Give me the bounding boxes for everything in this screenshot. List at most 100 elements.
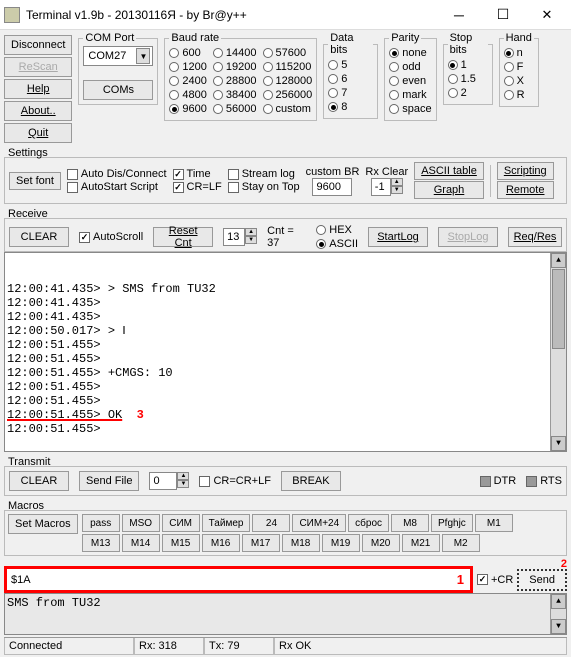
- startlog-button[interactable]: StartLog: [368, 227, 428, 247]
- crcrlf-checkbox[interactable]: [199, 476, 210, 487]
- parity-radio-none[interactable]: [389, 48, 399, 58]
- macro-button-M1[interactable]: M1: [475, 514, 513, 532]
- parity-radio-space[interactable]: [389, 104, 399, 114]
- stopbits-radio-1.5[interactable]: [448, 74, 458, 84]
- macro-button-M8[interactable]: M8: [391, 514, 429, 532]
- baud-radio-128000[interactable]: [263, 76, 273, 86]
- autoscroll-checkbox[interactable]: [79, 232, 90, 243]
- macro-button-pass[interactable]: pass: [82, 514, 120, 532]
- hand-radio-F[interactable]: [504, 62, 514, 72]
- baud-radio-9600[interactable]: [169, 104, 179, 114]
- rescan-button[interactable]: ReScan: [4, 57, 72, 77]
- macro-button-24[interactable]: 24: [252, 514, 290, 532]
- databits-radio-8[interactable]: [328, 102, 338, 112]
- hand-radio-R[interactable]: [504, 90, 514, 100]
- maximize-button[interactable]: ☐: [481, 1, 525, 29]
- stopbits-radio-2[interactable]: [448, 88, 458, 98]
- macro-button-СИМ[interactable]: СИМ: [162, 514, 200, 532]
- stayontop-checkbox[interactable]: [228, 182, 239, 193]
- scrollbar[interactable]: ▲ ▼: [550, 253, 566, 451]
- hex-radio[interactable]: [316, 225, 326, 235]
- macro-button-сброс[interactable]: сброс: [348, 514, 389, 532]
- macro-button-MSO[interactable]: MSO: [122, 514, 160, 532]
- scripting-button[interactable]: Scripting: [497, 162, 554, 180]
- stoplog-button[interactable]: StopLog: [438, 227, 498, 247]
- receive-clear-button[interactable]: CLEAR: [9, 227, 69, 247]
- hand-radio-X[interactable]: [504, 76, 514, 86]
- rts-checkbox[interactable]: [526, 476, 537, 487]
- graph-button[interactable]: Graph: [414, 181, 484, 199]
- macro-button-M18[interactable]: M18: [282, 534, 320, 552]
- rxclear-spinner[interactable]: ▲▼: [391, 178, 403, 196]
- autodis-checkbox[interactable]: [67, 169, 78, 180]
- macro-button-Pfghjc[interactable]: Pfghjc: [431, 514, 473, 532]
- databits-radio-6[interactable]: [328, 74, 338, 84]
- dtr-checkbox[interactable]: [480, 476, 491, 487]
- macro-button-СИМ+24[interactable]: СИМ+24: [292, 514, 346, 532]
- disconnect-button[interactable]: Disconnect: [4, 35, 72, 55]
- macro-button-M20[interactable]: M20: [362, 534, 400, 552]
- macro-button-M17[interactable]: M17: [242, 534, 280, 552]
- baud-radio-2400[interactable]: [169, 76, 179, 86]
- close-button[interactable]: ✕: [525, 1, 569, 29]
- remote-button[interactable]: Remote: [497, 181, 554, 199]
- baud-radio-256000[interactable]: [263, 90, 273, 100]
- rxclear-input[interactable]: -1: [371, 178, 391, 196]
- transmit-clear-button[interactable]: CLEAR: [9, 471, 69, 491]
- transmit-log[interactable]: SMS from TU32 ▲ ▼: [4, 593, 567, 635]
- chevron-down-icon[interactable]: ▼: [136, 48, 150, 64]
- scroll-down-icon[interactable]: ▼: [551, 619, 566, 634]
- parity-radio-mark[interactable]: [389, 90, 399, 100]
- databits-radio-7[interactable]: [328, 88, 338, 98]
- parity-radio-even[interactable]: [389, 76, 399, 86]
- macro-button-M14[interactable]: M14: [122, 534, 160, 552]
- baud-radio-1200[interactable]: [169, 62, 179, 72]
- setmacros-button[interactable]: Set Macros: [8, 514, 78, 534]
- baud-radio-600[interactable]: [169, 48, 179, 58]
- scroll-down-icon[interactable]: ▼: [551, 436, 566, 451]
- baud-radio-56000[interactable]: [213, 104, 223, 114]
- custombr-input[interactable]: 9600: [312, 178, 352, 196]
- send-button[interactable]: Send: [517, 569, 567, 591]
- about-button[interactable]: About..: [4, 101, 72, 121]
- scroll-up-icon[interactable]: ▲: [551, 594, 566, 609]
- baud-radio-28800[interactable]: [213, 76, 223, 86]
- baud-radio-4800[interactable]: [169, 90, 179, 100]
- autostart-checkbox[interactable]: [67, 182, 78, 193]
- baud-radio-custom[interactable]: [263, 104, 273, 114]
- macro-button-Таймер[interactable]: Таймер: [202, 514, 251, 532]
- cnt-input[interactable]: 13: [223, 228, 245, 246]
- macro-button-M2[interactable]: M2: [442, 534, 480, 552]
- baud-radio-19200[interactable]: [213, 62, 223, 72]
- coms-button[interactable]: COMs: [83, 80, 153, 100]
- break-button[interactable]: BREAK: [281, 471, 341, 491]
- sendfile-button[interactable]: Send File: [79, 471, 139, 491]
- crlf-checkbox[interactable]: [173, 182, 184, 193]
- databits-radio-5[interactable]: [328, 60, 338, 70]
- hand-radio-n[interactable]: [504, 48, 514, 58]
- macro-button-M15[interactable]: M15: [162, 534, 200, 552]
- baud-radio-38400[interactable]: [213, 90, 223, 100]
- baud-radio-14400[interactable]: [213, 48, 223, 58]
- minimize-button[interactable]: ─: [437, 1, 481, 29]
- comport-combo[interactable]: COM27 ▼: [83, 46, 153, 66]
- baud-radio-57600[interactable]: [263, 48, 273, 58]
- baud-radio-115200[interactable]: [263, 62, 273, 72]
- stopbits-radio-1[interactable]: [448, 60, 458, 70]
- parity-radio-odd[interactable]: [389, 62, 399, 72]
- help-button[interactable]: Help: [4, 79, 72, 99]
- resetcnt-button[interactable]: Reset Cnt: [153, 227, 213, 247]
- macro-button-M13[interactable]: M13: [82, 534, 120, 552]
- time-checkbox[interactable]: [173, 169, 184, 180]
- stream-checkbox[interactable]: [228, 169, 239, 180]
- reqres-button[interactable]: Req/Res: [508, 227, 562, 247]
- scroll-up-icon[interactable]: ▲: [551, 253, 566, 268]
- ascii-radio[interactable]: [316, 239, 326, 249]
- setfont-button[interactable]: Set font: [9, 172, 61, 190]
- macro-button-M19[interactable]: M19: [322, 534, 360, 552]
- send-input[interactable]: $1A 1: [4, 566, 473, 593]
- macro-button-M16[interactable]: M16: [202, 534, 240, 552]
- asciitable-button[interactable]: ASCII table: [414, 162, 484, 180]
- macro-button-M21[interactable]: M21: [402, 534, 440, 552]
- cr-checkbox[interactable]: [477, 574, 488, 585]
